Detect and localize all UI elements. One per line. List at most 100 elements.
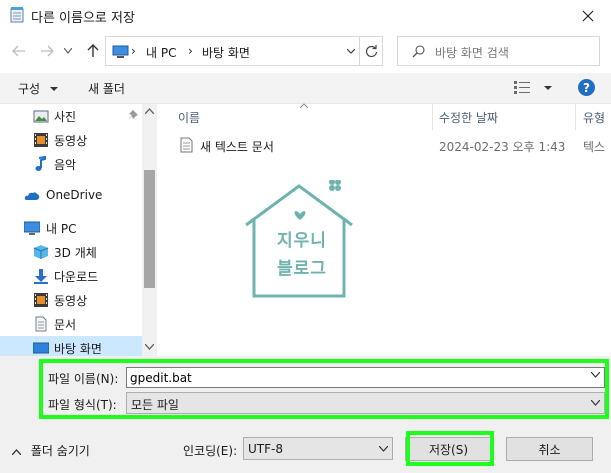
document-icon [35, 316, 47, 332]
text-file-icon [180, 137, 193, 153]
window-title: 다른 이름으로 저장 [31, 11, 135, 26]
new-folder-button[interactable]: 새 폴더 [88, 80, 125, 97]
breadcrumb-item-pc[interactable]: 내 PC [146, 44, 176, 61]
file-modified: 2024-02-23 오후 1:43 [439, 140, 566, 154]
command-bar: 구성 새 폴더 ? [0, 73, 611, 103]
refresh-icon [365, 44, 378, 57]
back-button[interactable] [10, 42, 28, 60]
organize-label: 구성 [18, 82, 41, 96]
column-divider [432, 104, 433, 130]
search-input[interactable]: 바탕 화면 검색 [435, 44, 509, 61]
hide-folders-button[interactable]: 폴더 숨기기 [11, 442, 90, 459]
help-button[interactable]: ? [578, 79, 595, 96]
sidebar-item-label: 음악 [54, 158, 77, 172]
save-as-dialog: 다른 이름으로 저장 › 내 PC › 바탕 화면 바탕 화면 검색 구성 새 … [0, 0, 611, 473]
sidebar-item-documents[interactable]: 문서 [0, 312, 142, 336]
encoding-select[interactable]: UTF-8 [243, 437, 393, 460]
sidebar-item-pictures[interactable]: 사진 [0, 104, 142, 128]
sidebar-item-3d-objects[interactable]: 3D 개체 [0, 240, 142, 264]
sidebar-item-videos[interactable]: 동영상 [0, 128, 142, 152]
sidebar-item-videos-pc[interactable]: 동영상 [0, 288, 142, 312]
address-dropdown-button[interactable] [342, 37, 359, 65]
chevron-up-icon [11, 448, 22, 455]
sidebar-item-label: 내 PC [46, 222, 77, 236]
help-icon: ? [583, 80, 590, 95]
title-bar: 다른 이름으로 저장 [0, 0, 611, 31]
cancel-button[interactable]: 취소 [506, 437, 593, 461]
sidebar-item-label: 3D 개체 [54, 246, 97, 260]
sidebar-item-label: 동영상 [54, 134, 88, 148]
refresh-button[interactable] [360, 37, 383, 65]
scrollbar-thumb[interactable] [144, 170, 155, 288]
sidebar-item-label: 다운로드 [54, 270, 99, 284]
encoding-value: UTF-8 [248, 442, 283, 456]
column-header-type[interactable]: 유형 [583, 109, 605, 126]
watermark: 지우니 블로그 [244, 180, 354, 298]
watermark-line2: 블로그 [277, 259, 327, 279]
details-view-icon [514, 81, 530, 94]
desktop-icon [33, 342, 49, 354]
pictures-icon [33, 110, 49, 123]
file-list: 이름 수정한 날짜 유형 새 텍스트 문서 2024-02-23 오후 1:43… [157, 103, 611, 356]
navigation-bar: › 내 PC › 바탕 화면 바탕 화면 검색 [0, 33, 611, 69]
close-button[interactable] [565, 0, 611, 31]
onedrive-icon [24, 192, 40, 200]
column-divider [575, 104, 576, 130]
scroll-down-icon[interactable] [145, 344, 154, 350]
encoding-label: 인코딩(E): [183, 444, 238, 458]
sidebar-item-label: 동영상 [54, 294, 88, 308]
chevron-down-icon [543, 86, 552, 90]
file-type: 텍스 [583, 140, 606, 154]
save-options-panel: 파일 이름(N): 파일 형식(T): 모든 파일 폴더 숨기기 인코딩(E):… [0, 356, 611, 473]
sidebar-item-label: 문서 [54, 318, 77, 332]
sidebar-item-label: OneDrive [46, 188, 103, 202]
address-bar[interactable]: › 내 PC › 바탕 화면 [105, 36, 383, 66]
3d-objects-icon [33, 245, 49, 259]
chevron-down-icon [64, 48, 72, 54]
close-icon [582, 10, 594, 21]
navigation-pane: 사진 동영상 음악 OneDrive 내 PC 3D 개체 다운로드 동영상 문… [0, 103, 157, 357]
breadcrumb-item-desktop[interactable]: 바탕 화면 [202, 44, 250, 61]
sidebar-item-downloads[interactable]: 다운로드 [0, 264, 142, 288]
recent-locations-button[interactable] [62, 42, 74, 60]
pc-icon [24, 221, 40, 235]
highlight-box [39, 359, 609, 419]
sidebar-item-desktop[interactable]: 바탕 화면 [0, 336, 142, 357]
search-box[interactable]: 바탕 화면 검색 [397, 36, 600, 66]
chevron-down-icon [49, 87, 58, 91]
file-name: 새 텍스트 문서 [200, 140, 274, 154]
search-icon [412, 45, 425, 58]
notepad-icon [10, 7, 24, 23]
pc-icon [112, 45, 129, 58]
chevron-down-icon [346, 48, 355, 54]
sidebar-item-label: 바탕 화면 [54, 342, 102, 356]
file-row[interactable]: 새 텍스트 문서 2024-02-23 오후 1:43 텍스 [177, 134, 611, 156]
organize-button[interactable]: 구성 [18, 80, 58, 97]
sidebar-scrollbar[interactable] [142, 104, 157, 357]
column-header-date[interactable]: 수정한 날짜 [439, 109, 498, 126]
music-icon [35, 156, 46, 171]
forward-button[interactable] [38, 42, 56, 60]
download-icon [34, 269, 48, 284]
arrow-right-icon [41, 45, 54, 57]
video-icon [34, 293, 48, 307]
arrow-left-icon [12, 45, 25, 57]
up-button[interactable] [84, 42, 102, 60]
scroll-up-icon[interactable] [145, 108, 154, 114]
arrow-up-icon [87, 44, 99, 57]
hide-folders-label: 폴더 숨기기 [30, 444, 90, 458]
watermark-line1: 지우니 [277, 231, 327, 251]
sort-ascending-icon [300, 103, 308, 108]
column-header-name[interactable]: 이름 [178, 109, 200, 126]
breadcrumb-separator-icon: › [131, 44, 136, 58]
pin-icon [128, 110, 138, 120]
sidebar-item-music[interactable]: 음악 [0, 152, 142, 176]
sidebar-item-onedrive[interactable]: OneDrive [0, 184, 142, 208]
view-options-button[interactable] [514, 81, 552, 97]
highlight-box [406, 431, 494, 466]
sidebar-item-label: 사진 [54, 110, 77, 124]
breadcrumb-separator-icon: › [188, 44, 193, 58]
video-icon [34, 133, 48, 147]
sidebar-item-this-pc[interactable]: 내 PC [0, 216, 142, 240]
cancel-button-label: 취소 [538, 442, 561, 457]
